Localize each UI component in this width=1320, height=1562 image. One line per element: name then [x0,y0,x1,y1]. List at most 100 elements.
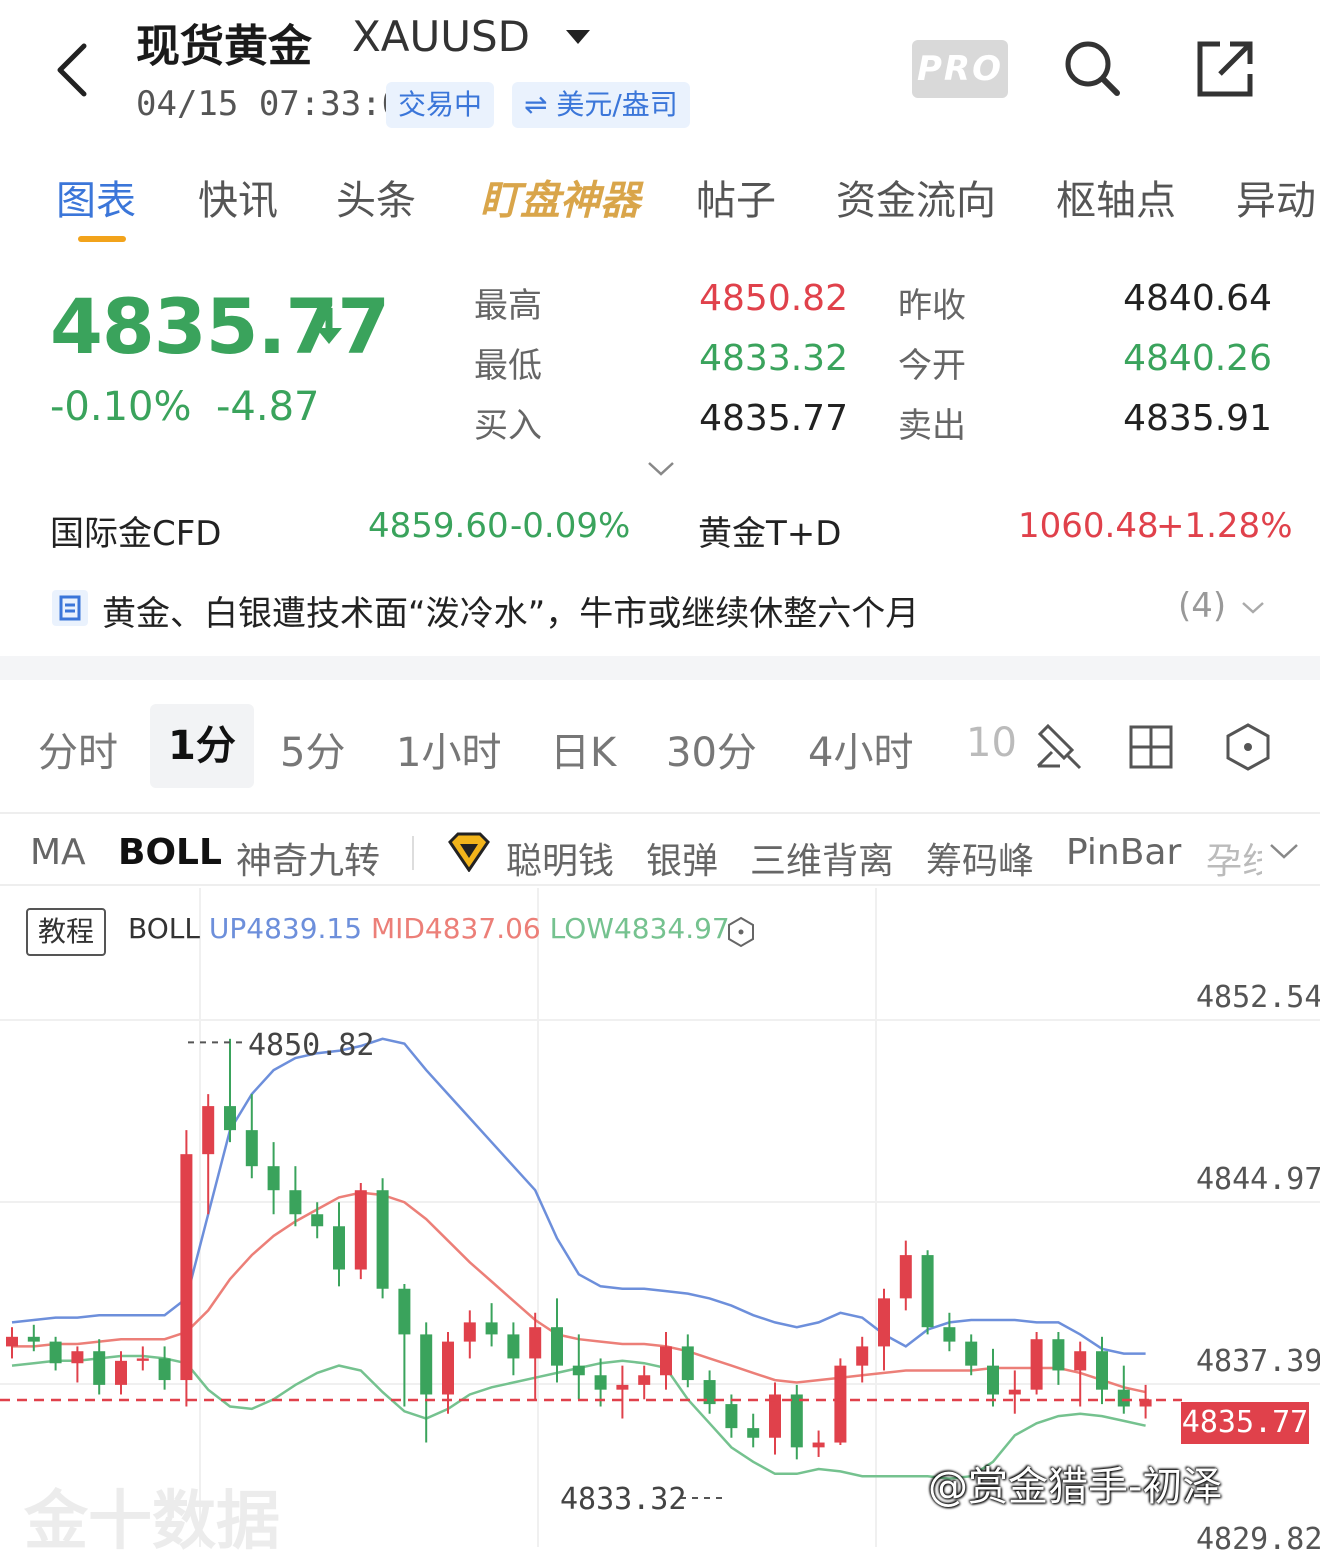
low-label: 最低 [474,346,542,386]
divider [0,812,1320,814]
cfd-price: 4859.60 [368,506,509,546]
candle-body [224,1106,236,1131]
candle-body [376,1190,389,1289]
tab-fund-flow[interactable]: 资金流向 [836,168,996,226]
candle-body [311,1214,324,1227]
active-tab-indicator [78,236,126,242]
candle-body [463,1322,476,1342]
share-icon[interactable] [1196,40,1254,98]
td-label[interactable]: 黄金T+D [698,506,841,555]
candle-body [333,1226,345,1270]
high-label: 最高 [474,286,542,326]
section-divider [0,656,1320,680]
indicator-chip-peak[interactable]: 筹码峰 [926,832,1034,884]
indicator-pinbar[interactable]: PinBar [1066,832,1181,873]
candle-body [485,1322,498,1335]
chevron-down-icon[interactable] [566,30,590,44]
candle-body [594,1375,607,1390]
candle-body [747,1428,760,1438]
candle-body [1117,1389,1130,1407]
period-tab-1min[interactable]: 1分 [150,704,254,788]
diamond-icon [448,832,490,872]
indicator-boll[interactable]: BOLL [118,832,222,873]
candle-body [158,1358,171,1381]
currency-unit-toggle[interactable]: ⇌ 美元/盎司 [512,82,690,128]
candle-body [136,1358,149,1361]
settings-hexagon-icon[interactable] [726,916,756,948]
candle-body [289,1190,302,1215]
low-marker-label: 4833.32 [560,1482,687,1517]
layout-grid-icon[interactable] [1128,724,1174,770]
quote-timestamp: 04/15 07:33:03 [136,84,423,124]
tab-market-watch[interactable]: 盯盘神器 [480,168,640,226]
high-marker-label: 4850.82 [248,1028,375,1063]
candle-body [6,1336,18,1347]
candle-body [1074,1351,1087,1371]
bid-value: 4835.77 [699,398,848,439]
cfd-label[interactable]: 国际金CFD [50,506,221,555]
indicator-magic-nine[interactable]: 神奇九转 [236,832,380,884]
news-headline[interactable]: 黄金、白银遭技术面“泼冷水”，牛市或继续休整六个月 [102,586,919,635]
candle-body [856,1346,869,1366]
back-arrow-icon[interactable] [52,40,92,100]
change-percent: -0.10% [50,384,192,430]
chevron-down-icon[interactable] [1268,842,1300,862]
tab-chart[interactable]: 图表 [56,168,136,226]
boll-up: UP4839.15 [208,912,363,945]
period-tab-30min[interactable]: 30分 [666,720,757,778]
candle-body [115,1360,127,1385]
indicator-silver-bullet[interactable]: 银弹 [646,832,718,884]
period-tab-more[interactable]: 10 [966,720,1016,766]
settings-hexagon-icon[interactable] [1224,722,1272,772]
indicator-smart-money[interactable]: 聪明钱 [506,832,614,884]
cfd-percent: -0.09% [510,506,631,546]
indicator-ma[interactable]: MA [30,832,86,873]
tab-posts[interactable]: 帖子 [696,168,776,226]
period-tab-daily[interactable]: 日K [550,720,616,778]
pro-button[interactable]: PRO [912,40,1008,98]
tab-flash-news[interactable]: 快讯 [198,168,278,226]
y-axis-tick: 4829.82 [1196,1522,1320,1557]
high-value: 4850.82 [699,278,848,319]
tab-pivot-points[interactable]: 枢轴点 [1056,168,1176,226]
prev-close-value: 4840.64 [1123,278,1272,319]
candle-body [987,1365,999,1395]
candle-body [660,1346,672,1376]
candle-body [507,1334,520,1359]
candle-body [27,1336,40,1342]
prev-close-label: 昨收 [898,286,966,326]
boll-mid: MID4837.06 [370,912,541,945]
candle-body [1052,1339,1065,1371]
tab-headlines[interactable]: 头条 [336,168,416,226]
draw-tool-icon[interactable] [1030,720,1084,774]
period-tab-4hour[interactable]: 4小时 [808,720,913,778]
trading-status-badge: 交易中 [386,82,495,128]
period-tab-1hour[interactable]: 1小时 [396,720,501,778]
divider [0,884,1320,886]
candle-body [1030,1339,1043,1390]
candlestick-chart[interactable] [0,888,1320,1547]
low-value: 4833.32 [699,338,848,379]
current-price-label: 4835.77 [1181,1402,1309,1444]
tab-movers[interactable]: 异动 [1236,168,1316,226]
period-tab-5min[interactable]: 5分 [280,720,345,778]
tutorial-button[interactable]: 教程 [26,908,106,956]
candle-body [725,1404,738,1429]
expand-chevron-icon[interactable] [646,460,676,478]
candle-body [943,1327,956,1342]
divider [412,836,414,870]
author-credit: @赏金猎手-初泽 [928,1464,1223,1510]
candle-body [834,1365,847,1443]
candle-body [71,1351,84,1364]
candle-body [420,1334,433,1395]
search-icon[interactable] [1062,38,1122,98]
candle-body [1008,1389,1021,1395]
period-tab-intraday[interactable]: 分时 [38,720,118,778]
chevron-down-icon[interactable] [1240,600,1266,616]
indicator-3d-divergence[interactable]: 三维背离 [750,832,894,884]
instrument-symbol[interactable]: XAUUSD [352,12,530,61]
watermark-text: 金十数据 [24,1485,280,1559]
news-icon [52,590,88,626]
indicator-harami[interactable]: 孕线 [1206,832,1262,884]
td-price: 1060.48 [1018,506,1159,546]
